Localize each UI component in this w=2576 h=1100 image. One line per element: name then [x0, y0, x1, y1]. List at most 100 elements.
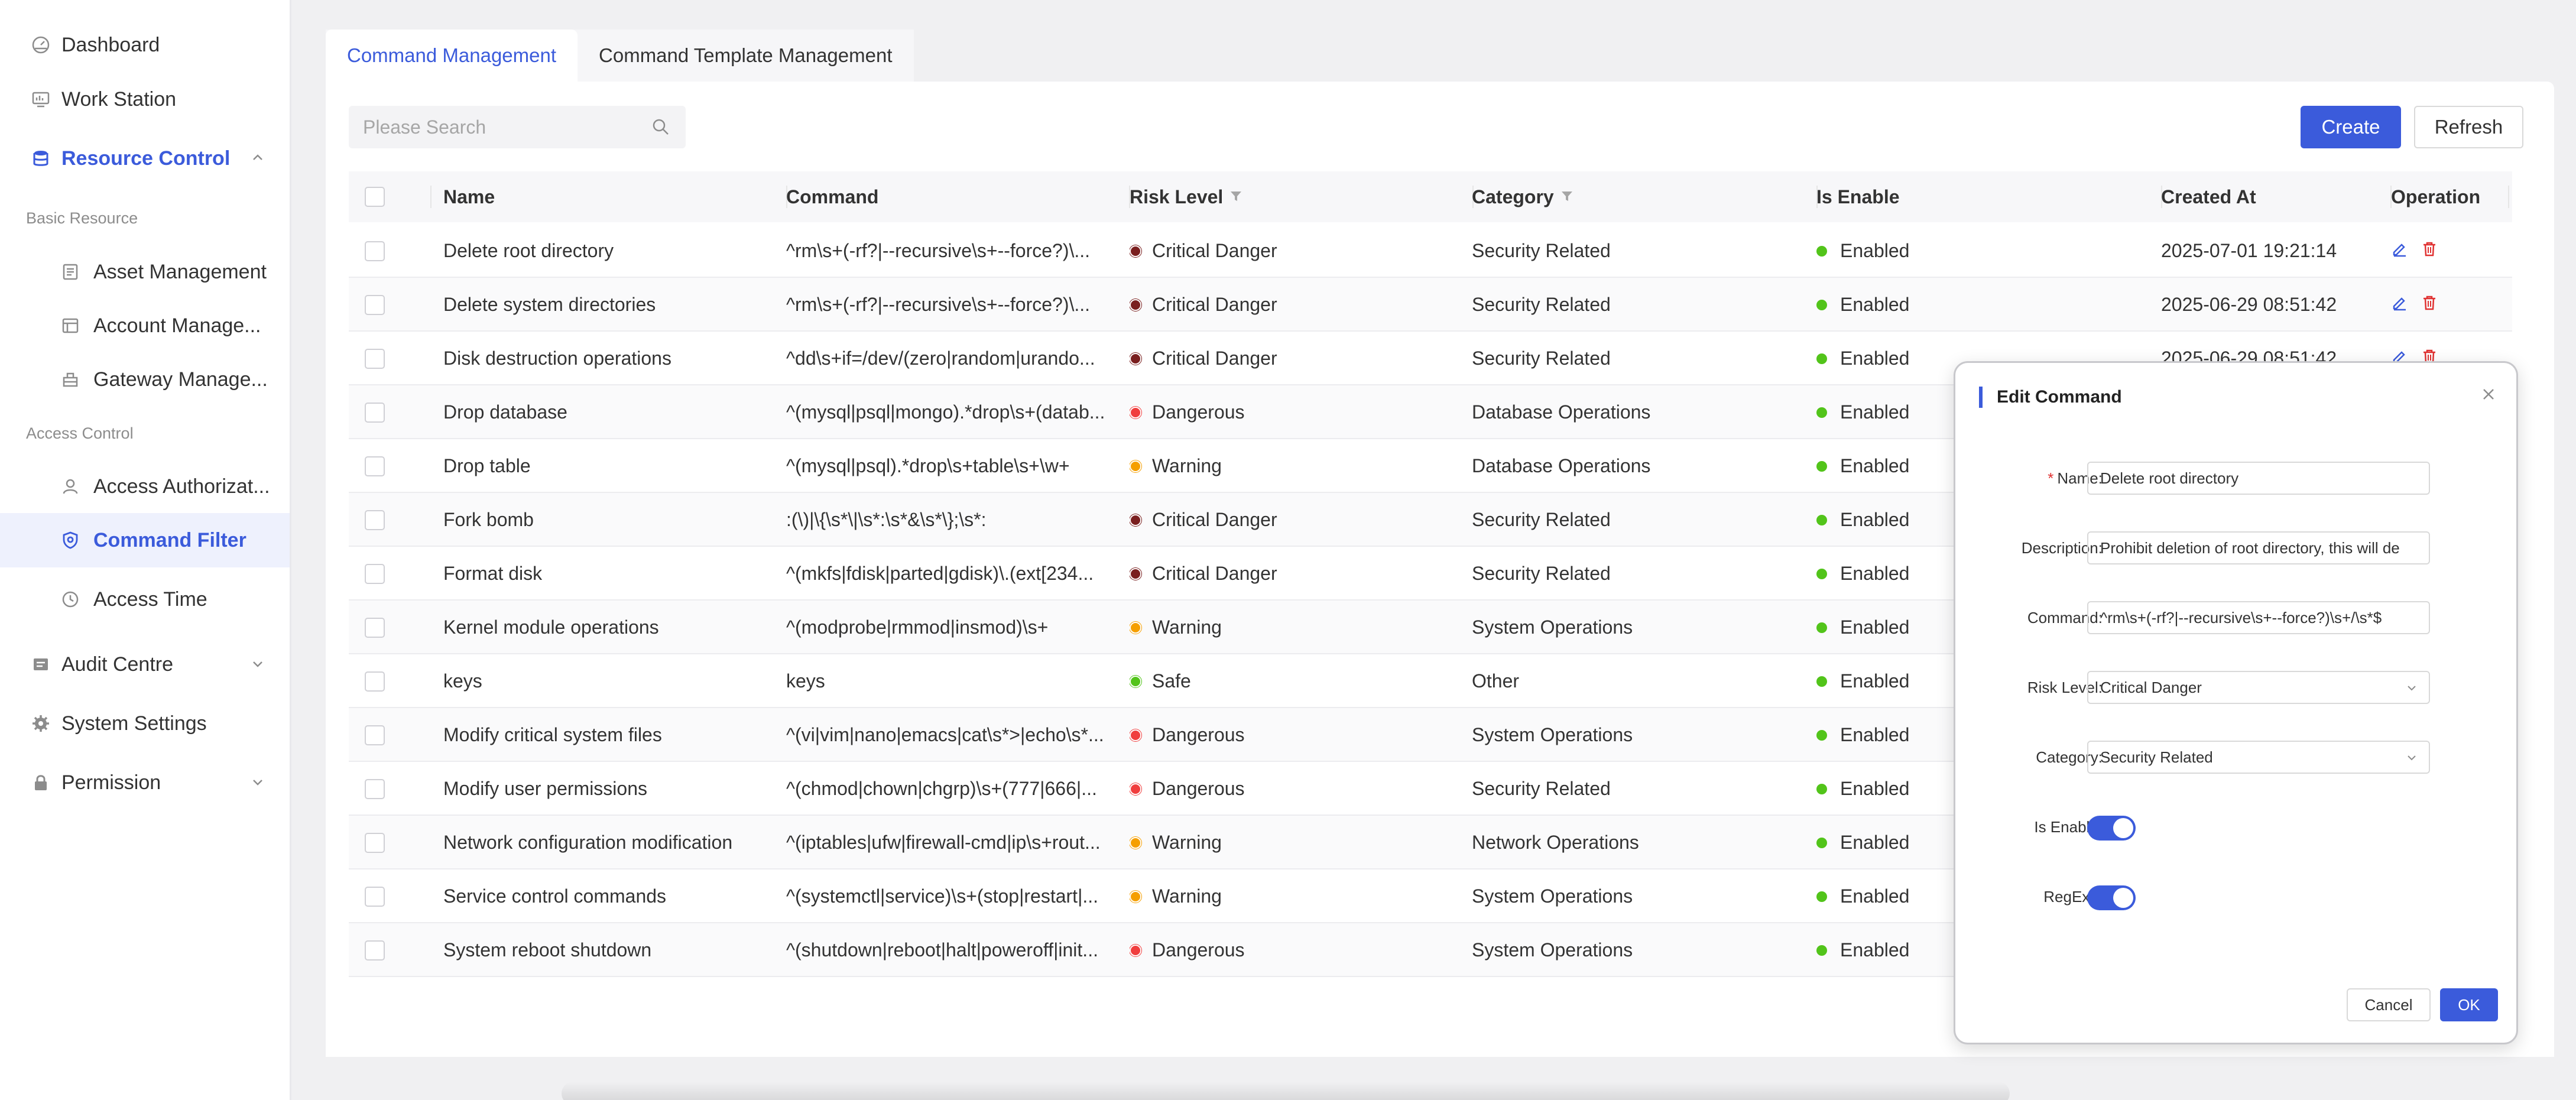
status-dot [1816, 783, 1827, 794]
row-checkbox[interactable] [365, 762, 385, 816]
row-checkbox[interactable] [365, 278, 385, 332]
sidebar-item-label: Resource Control [61, 147, 231, 170]
sidebar-item-label: Gateway Manage... [93, 368, 268, 391]
chevron-down-icon [2405, 750, 2418, 768]
row-checkbox[interactable] [365, 547, 385, 601]
cell-risk-level: Dangerous [1130, 385, 1467, 439]
filter-icon[interactable] [1560, 186, 1574, 208]
cell-risk-level: Warning [1130, 869, 1467, 923]
risk-dot [1130, 245, 1141, 257]
create-button[interactable]: Create [2301, 106, 2401, 148]
sidebar-item-account-management[interactable]: Account Manage... [0, 298, 290, 353]
cell-risk-level: Critical Danger [1130, 332, 1467, 385]
ok-button[interactable]: OK [2440, 988, 2498, 1021]
sidebar-item-command-filter[interactable]: Command Filter [0, 513, 290, 567]
cell-command: ^(modprobe|rmmod|insmod)\s+ [786, 616, 1049, 638]
status-dot [1816, 622, 1827, 633]
refresh-button[interactable]: Refresh [2414, 106, 2523, 148]
row-checkbox[interactable] [365, 869, 385, 923]
cell-category: Security Related [1472, 563, 1611, 584]
section-basic-resource: Basic Resource [26, 209, 138, 227]
cell-command: ^(shutdown|reboot|halt|poweroff|init... [786, 939, 1098, 961]
cell-command: ^rm\s+(-rf?|--recursive\s+--force?)\... [786, 240, 1091, 261]
cell-risk-level: Critical Danger [1130, 278, 1467, 332]
lock-icon [31, 773, 51, 793]
cell-command: ^(mysql|psql).*drop\s+table\s+\w+ [786, 455, 1070, 476]
sidebar-item-workstation[interactable]: Work Station [0, 72, 290, 126]
filter-icon[interactable] [1229, 186, 1243, 208]
category-select[interactable]: Security Related [2087, 741, 2430, 774]
sidebar-item-label: Account Manage... [93, 314, 261, 337]
cell-command: ^(vi|vim|nano|emacs|cat\s*>|echo\s*... [786, 724, 1104, 745]
name-field[interactable]: Delete root directory [2087, 462, 2430, 495]
sidebar-item-access-time[interactable]: Access Time [0, 572, 290, 627]
risk-dot [1130, 514, 1141, 526]
row-checkbox[interactable] [365, 923, 385, 977]
sidebar: Dashboard Work Station Resource Control … [0, 0, 291, 1100]
cell-name: Modify critical system files [443, 724, 662, 745]
sidebar-item-label: Asset Management [93, 260, 267, 283]
cell-category: Security Related [1472, 509, 1611, 530]
row-checkbox[interactable] [365, 708, 385, 762]
close-icon[interactable] [2478, 384, 2499, 404]
row-checkbox[interactable] [365, 332, 385, 385]
header-category: Category [1472, 171, 1818, 222]
risk-dot [1130, 944, 1141, 956]
search-icon[interactable] [650, 116, 671, 138]
gateway-icon [60, 369, 80, 390]
sidebar-item-dashboard[interactable]: Dashboard [0, 18, 290, 72]
description-field[interactable]: Prohibit deletion of root directory, thi… [2087, 531, 2430, 564]
tab-command-management[interactable]: Command Management [326, 30, 578, 82]
row-checkbox[interactable] [365, 493, 385, 547]
cell-risk-level: Dangerous [1130, 762, 1467, 816]
header-name: Name [443, 171, 787, 222]
row-checkbox[interactable] [365, 224, 385, 278]
row-checkbox[interactable] [365, 816, 385, 869]
edit-icon[interactable] [2391, 294, 2421, 316]
sidebar-item-audit-centre[interactable]: Audit Centre [0, 637, 290, 692]
cell-category: System Operations [1472, 616, 1633, 638]
cell-risk-level: Dangerous [1130, 708, 1467, 762]
sidebar-item-system-settings[interactable]: System Settings [0, 696, 290, 751]
cell-category: System Operations [1472, 939, 1633, 961]
row-checkbox[interactable] [365, 385, 385, 439]
row-checkbox[interactable] [365, 601, 385, 654]
status-dot [1816, 460, 1827, 472]
cell-is-enable: Enabled [1816, 224, 2153, 278]
sidebar-item-gateway-management[interactable]: Gateway Manage... [0, 352, 290, 407]
is-enable-toggle[interactable] [2087, 816, 2136, 841]
status-dot [1816, 514, 1827, 525]
delete-icon[interactable] [2421, 294, 2450, 316]
cell-command: ^(mysql|psql|mongo).*drop\s+(datab... [786, 401, 1105, 423]
tab-command-template-management[interactable]: Command Template Management [578, 30, 913, 82]
table-row[interactable]: Delete system directories ^rm\s+(-rf?|--r… [349, 278, 2512, 332]
edit-icon[interactable] [2391, 240, 2421, 262]
header-risk-level: Risk Level [1130, 171, 1474, 222]
sidebar-item-label: System Settings [61, 712, 207, 735]
row-checkbox[interactable] [365, 439, 385, 493]
cell-category: Security Related [1472, 778, 1611, 799]
edit-command-modal: Edit Command * Name: Delete root director… [1954, 361, 2518, 1044]
bottom-shadow [562, 1082, 2010, 1100]
risk-dot [1130, 783, 1141, 795]
sidebar-item-access-authorization[interactable]: Access Authorizat... [0, 459, 290, 514]
cancel-button[interactable]: Cancel [2347, 988, 2431, 1021]
sidebar-item-resource-control[interactable]: Resource Control [0, 131, 290, 186]
delete-icon[interactable] [2421, 240, 2450, 262]
sidebar-item-label: Audit Centre [61, 653, 173, 676]
sidebar-item-asset-management[interactable]: Asset Management [0, 245, 290, 299]
cell-name: Network configuration modification [443, 832, 733, 853]
command-field[interactable]: ^rm\s+(-rf?|--recursive\s+--force?)\s+/\… [2087, 601, 2430, 634]
cell-command: keys [786, 670, 825, 692]
regexp-toggle[interactable] [2087, 885, 2136, 910]
sidebar-item-permission[interactable]: Permission [0, 755, 290, 810]
cell-command: ^(chmod|chown|chgrp)\s+(777|666|... [786, 778, 1097, 799]
status-dot [1816, 568, 1827, 579]
row-checkbox[interactable] [365, 654, 385, 708]
risk-level-select[interactable]: Critical Danger [2087, 671, 2430, 704]
cell-name: keys [443, 670, 482, 692]
search-input[interactable] [363, 106, 641, 148]
risk-dot [1130, 567, 1141, 580]
table-row[interactable]: Delete root directory ^rm\s+(-rf?|--recur… [349, 224, 2512, 278]
cell-risk-level: Warning [1130, 439, 1467, 493]
